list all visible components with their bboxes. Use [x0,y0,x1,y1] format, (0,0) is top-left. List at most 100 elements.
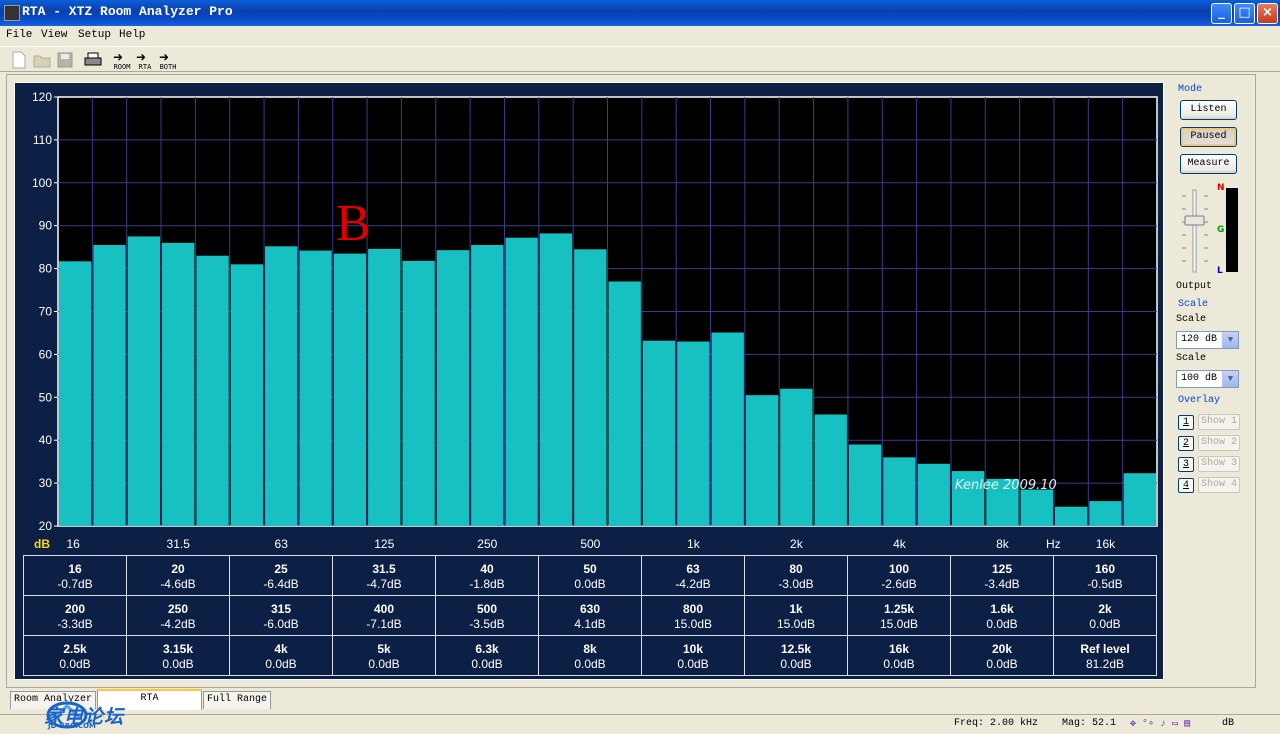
bar [814,414,847,526]
band-frequency: 80 [789,561,803,576]
band-frequency: 200 [64,601,86,616]
show-2-button[interactable]: Show 2 [1198,435,1240,451]
scale-select-2[interactable]: 100 dB ▼ [1176,370,1239,388]
band-cell[interactable]: 2.5k 0.0dB [23,635,127,676]
band-cell[interactable]: 1.25k 15.0dB [847,595,951,636]
band-gain: -4.2dB [675,576,711,591]
bar [59,261,92,526]
bar [1089,501,1122,526]
bar [848,444,882,526]
band-gain: 0.0dB [780,656,812,671]
bar [368,248,401,526]
bar [127,236,161,527]
band-cell[interactable]: Ref level 81.2dB [1053,635,1157,676]
band-frequency: 40 [480,561,494,576]
output-level-slider[interactable] [1176,182,1246,282]
band-gain: 0.0dB [1089,616,1121,631]
band-gain: 0.0dB [677,656,709,671]
bar [780,388,813,526]
band-cell[interactable]: 16 -0.7dB [23,555,127,596]
table-row: 2.5k 0.0dB 3.15k 0.0dB 4k 0.0dB 5k 0.0dB 6.3k 0.0… [23,635,1157,676]
band-cell[interactable]: 20k 0.0dB [950,635,1054,676]
bar [471,245,504,526]
overlay-1-button[interactable]: 1 [1178,415,1194,430]
bar [162,242,195,527]
band-cell[interactable]: 100 -2.6dB [847,555,951,596]
band-gain: -6.4dB [263,576,299,591]
show-1-button[interactable]: Show 1 [1198,414,1240,430]
band-cell[interactable]: 5k 0.0dB [332,635,436,676]
band-cell[interactable]: 16k 0.0dB [847,635,951,676]
band-gain: 15.0dB [673,616,713,631]
band-frequency: 2k [1098,601,1112,616]
y-tick-label: 80 [39,262,53,276]
band-cell[interactable]: 40 -1.8dB [435,555,539,596]
bar [436,250,470,526]
band-gain: -4.7dB [366,576,402,591]
band-cell[interactable]: 12.5k 0.0dB [744,635,848,676]
band-cell[interactable]: 25 -6.4dB [229,555,333,596]
y-tick-label: 90 [39,219,53,233]
band-cell[interactable]: 20 -4.6dB [126,555,230,596]
band-cell[interactable]: 8k 0.0dB [538,635,642,676]
listen-button[interactable]: Listen [1180,100,1237,120]
bar [230,264,264,526]
y-tick-label: 20 [39,519,53,533]
overlay-4-button[interactable]: 4 [1178,478,1194,493]
band-cell[interactable]: 1.6k 0.0dB [950,595,1054,636]
band-cell[interactable]: 200 -3.3dB [23,595,127,636]
table-row: 16 -0.7dB 20 -4.6dB 25 -6.4dB 31.5 -4.7dB 40 -1.8… [23,555,1157,596]
band-cell[interactable]: 2k 0.0dB [1053,595,1157,636]
band-gain: -4.2dB [160,616,196,631]
overlay-3-button[interactable]: 3 [1178,457,1194,472]
band-frequency: 5k [377,641,391,656]
band-frequency: 1k [789,601,803,616]
maximize-button[interactable]: □ [1234,3,1255,24]
band-cell[interactable]: 6.3k 0.0dB [435,635,539,676]
band-cell[interactable]: 800 15.0dB [641,595,745,636]
band-cell[interactable]: 400 -7.1dB [332,595,436,636]
y-axis-unit-label: dB [34,537,50,551]
band-gain: -2.6dB [881,576,917,591]
bar [1020,489,1053,526]
band-cell[interactable]: 50 0.0dB [538,555,642,596]
x-tick-label: 500 [580,537,600,551]
band-frequency: 2.5k [63,641,87,656]
minimize-button[interactable]: _ [1211,3,1232,24]
show-4-button[interactable]: Show 4 [1198,477,1240,493]
band-cell[interactable]: 4k 0.0dB [229,635,333,676]
band-cell[interactable]: 10k 0.0dB [641,635,745,676]
tab-full-range[interactable]: Full Range [203,691,271,709]
paused-button[interactable]: Paused [1180,127,1237,147]
band-cell[interactable]: 31.5 -4.7dB [332,555,436,596]
band-cell[interactable]: 315 -6.0dB [229,595,333,636]
band-cell[interactable]: 250 -4.2dB [126,595,230,636]
band-gain: 15.0dB [776,616,816,631]
band-cell[interactable]: 630 4.1dB [538,595,642,636]
band-gain: 0.0dB [265,656,297,671]
band-frequency: 20 [171,561,185,576]
band-cell[interactable]: 80 -3.0dB [744,555,848,596]
scale-select-1[interactable]: 120 dB ▼ [1176,331,1239,349]
x-tick-label: 63 [275,537,289,551]
band-frequency: 160 [1094,561,1116,576]
bar [608,281,641,526]
band-frequency: 1.25k [883,601,915,616]
band-cell[interactable]: 1k 15.0dB [744,595,848,636]
overlay-2-button[interactable]: 2 [1178,436,1194,451]
x-tick-label: 1k [687,537,701,551]
band-cell[interactable]: 63 -4.2dB [641,555,745,596]
measure-button[interactable]: Measure [1180,154,1237,174]
x-tick-label: 2k [790,537,804,551]
band-cell[interactable]: 500 -3.5dB [435,595,539,636]
y-tick-label: 50 [39,390,53,404]
band-cell[interactable]: 125 -3.4dB [950,555,1054,596]
y-tick-label: 30 [39,476,53,490]
band-cell[interactable]: 3.15k 0.0dB [126,635,230,676]
band-frequency: 63 [686,561,700,576]
band-cell[interactable]: 160 -0.5dB [1053,555,1157,596]
show-3-button[interactable]: Show 3 [1198,456,1240,472]
band-gain: -1.8dB [469,576,505,591]
close-button[interactable]: × [1257,3,1278,24]
bar [1123,473,1156,526]
